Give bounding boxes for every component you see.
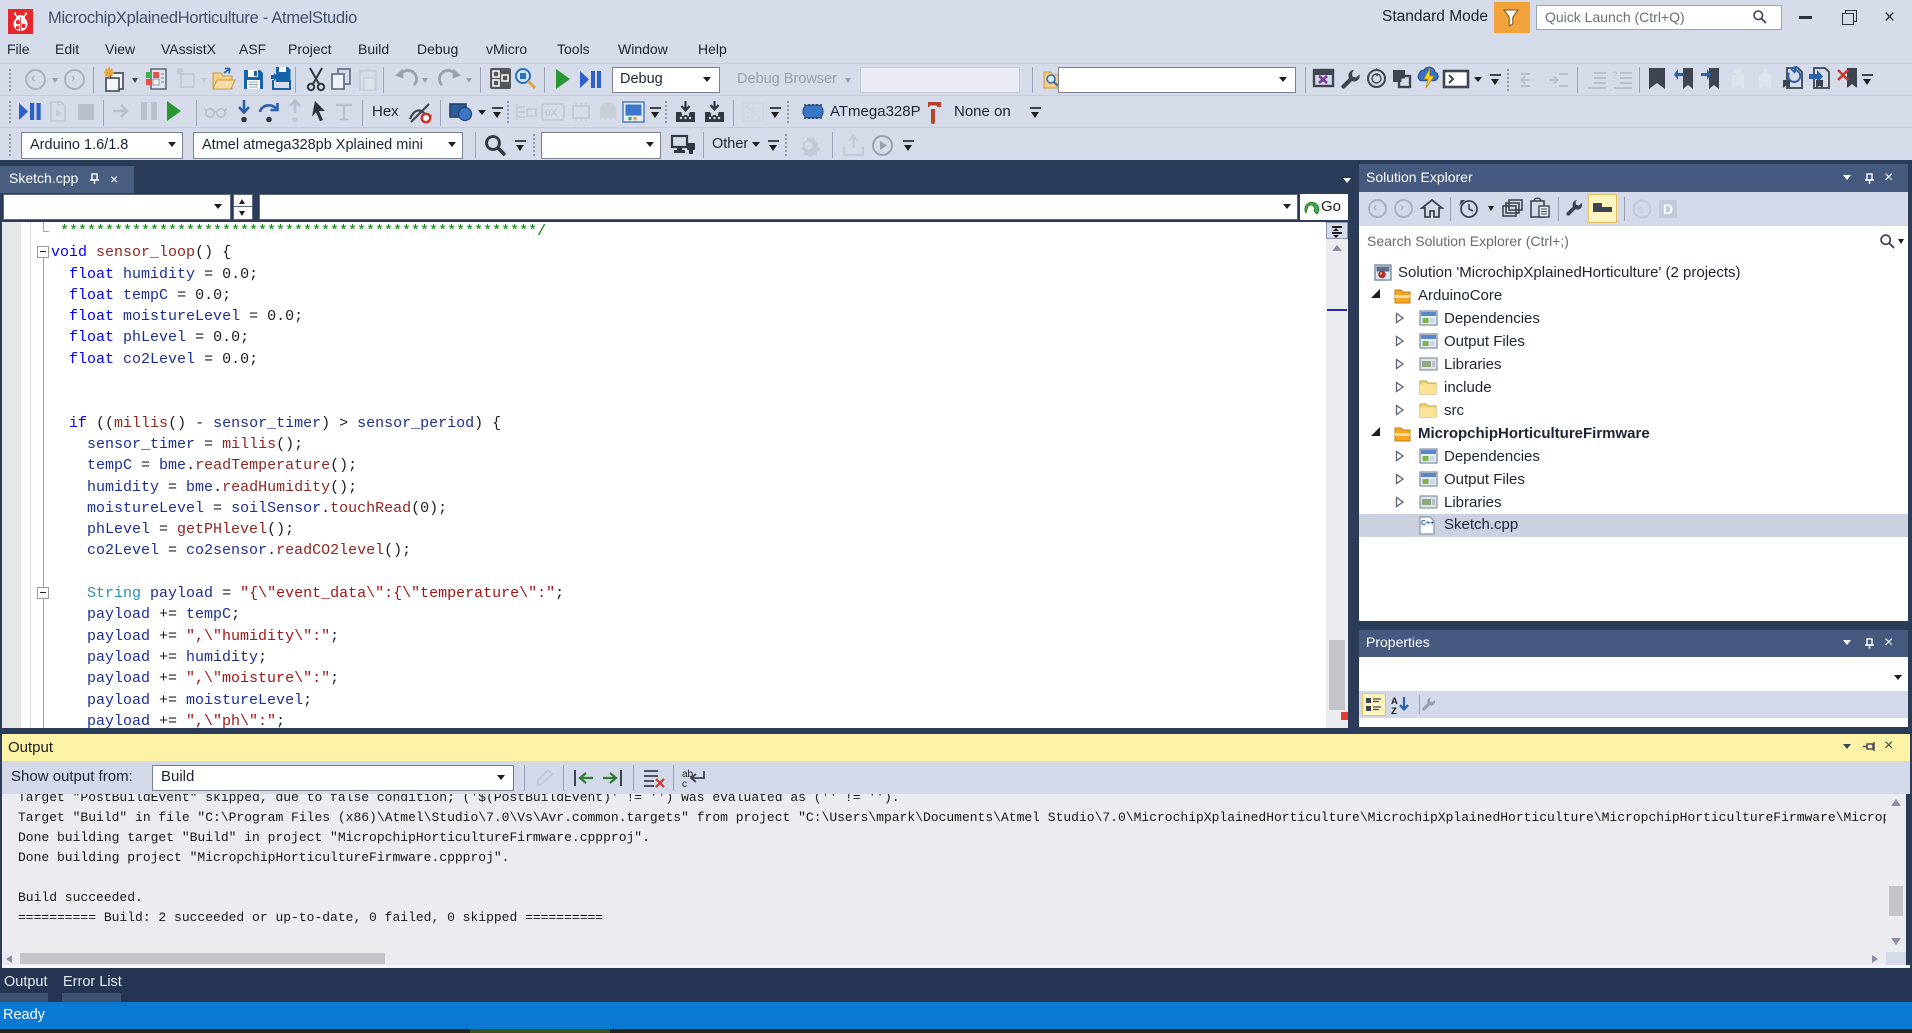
- svg-text:C++: C++: [1421, 520, 1434, 527]
- svg-text:0X: 0X: [545, 108, 558, 119]
- svg-text:D: D: [1663, 201, 1673, 217]
- svg-text:c: c: [682, 779, 687, 790]
- svg-text:s: s: [1638, 204, 1644, 216]
- svg-text:Z: Z: [1391, 706, 1397, 717]
- svg-text:?: ?: [1612, 70, 1617, 80]
